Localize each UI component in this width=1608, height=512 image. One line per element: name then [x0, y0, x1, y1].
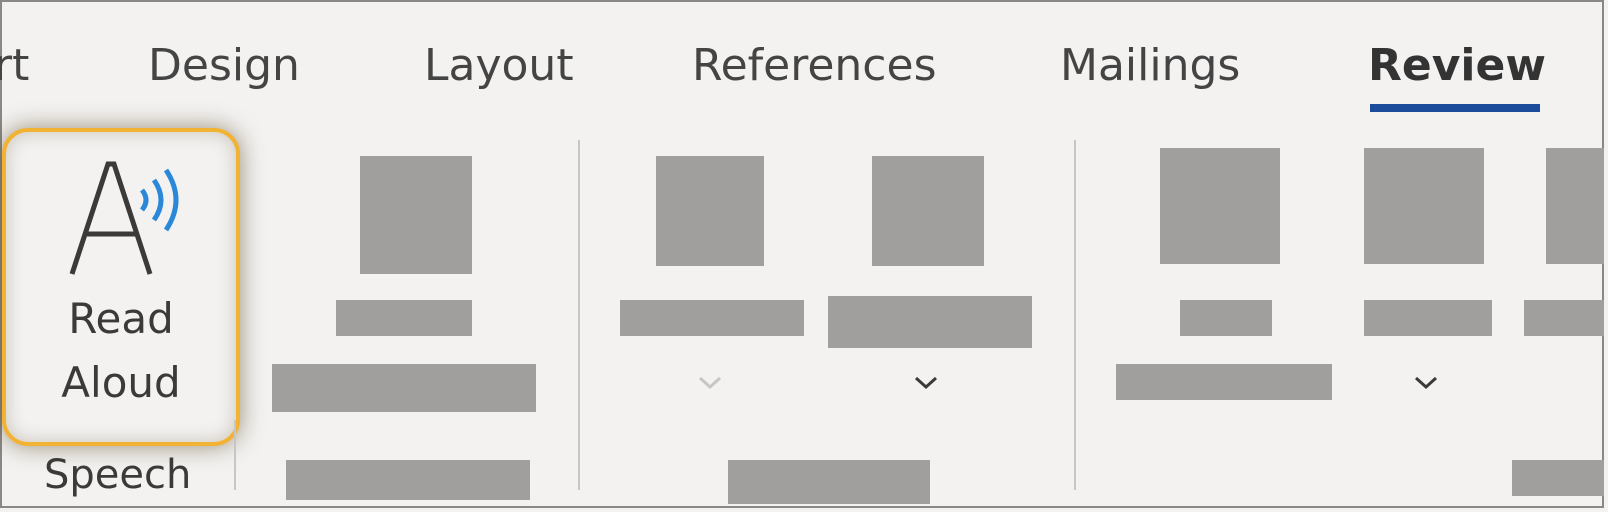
tab-insert-partial[interactable]: rt [0, 36, 29, 96]
placeholder-label [336, 300, 472, 336]
tab-review[interactable]: Review [1368, 36, 1546, 96]
placeholder-icon[interactable] [1364, 148, 1484, 264]
group-separator [1074, 140, 1076, 490]
tab-references[interactable]: References [692, 36, 937, 96]
placeholder-label [828, 296, 1032, 348]
placeholder-icon[interactable] [1160, 148, 1280, 264]
read-aloud-label-line1: Read [68, 294, 174, 343]
placeholder-label [1524, 300, 1604, 336]
active-tab-indicator [1370, 104, 1540, 112]
placeholder-icon[interactable] [1546, 148, 1604, 264]
placeholder-label [728, 460, 930, 504]
placeholder-label [1116, 364, 1332, 400]
read-aloud-icon [69, 161, 179, 275]
placeholder-label [286, 460, 530, 500]
group-separator [578, 140, 580, 490]
tab-design[interactable]: Design [148, 36, 300, 96]
read-aloud-button[interactable]: Read Aloud [6, 132, 236, 442]
placeholder-icon[interactable] [656, 156, 764, 266]
tab-layout[interactable]: Layout [424, 36, 574, 96]
chevron-down-icon[interactable] [912, 372, 940, 392]
chevron-down-icon[interactable] [1412, 372, 1440, 392]
group-separator [234, 420, 236, 490]
placeholder-label [272, 364, 536, 412]
speech-group-label: Speech [44, 452, 192, 498]
placeholder-label [1364, 300, 1492, 336]
placeholder-label [620, 300, 804, 336]
placeholder-icon[interactable] [872, 156, 984, 266]
placeholder-label [1180, 300, 1272, 336]
read-aloud-label-line2: Aloud [61, 358, 181, 407]
chevron-down-icon[interactable] [696, 372, 724, 392]
placeholder-icon[interactable] [360, 156, 472, 274]
placeholder-label [1512, 460, 1604, 496]
tab-mailings[interactable]: Mailings [1060, 36, 1240, 96]
